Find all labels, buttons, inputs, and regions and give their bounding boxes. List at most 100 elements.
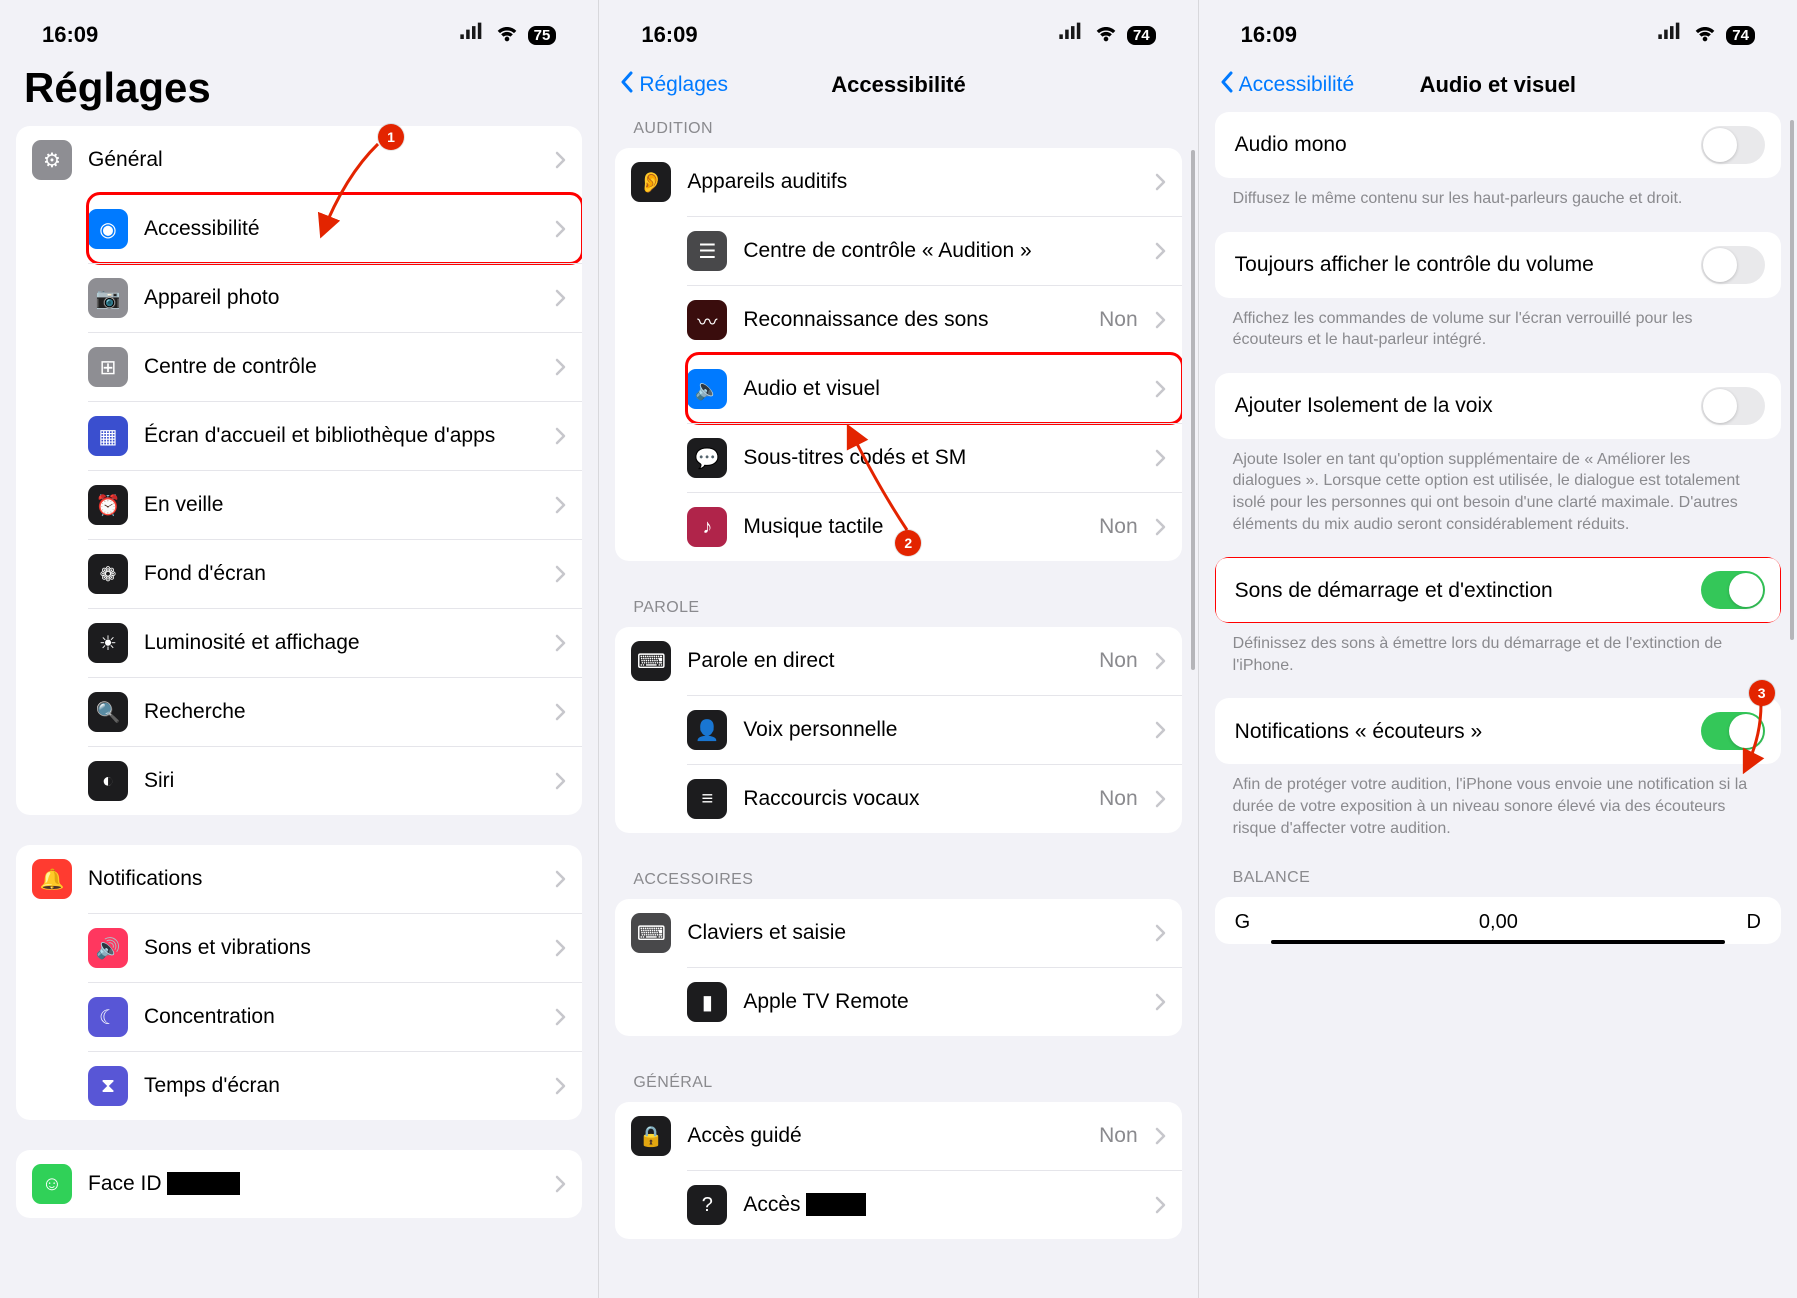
row-live-speech[interactable]: ⌨Parole en directNon bbox=[615, 627, 1181, 695]
row-audio-mono[interactable]: Audio mono bbox=[1215, 112, 1781, 178]
panel-audio-visual: 16:09 74 Accessibilité Audio et visuel A… bbox=[1198, 0, 1797, 1298]
row-appletv[interactable]: ▮Apple TV Remote bbox=[687, 967, 1181, 1036]
wifi-icon bbox=[493, 18, 521, 52]
page-title: Accessibilité bbox=[831, 72, 966, 98]
subtitles-icon: 💬 bbox=[687, 438, 727, 478]
row-vocal-shortcuts[interactable]: ≡Raccourcis vocauxNon bbox=[687, 764, 1181, 833]
toggle-switch[interactable] bbox=[1701, 571, 1765, 609]
row-sound-rec[interactable]: 〰Reconnaissance des sonsNon bbox=[687, 285, 1181, 354]
row-home-screen[interactable]: ▦Écran d'accueil et bibliothèque d'apps bbox=[88, 401, 582, 470]
row-siri[interactable]: ◐Siri bbox=[88, 746, 582, 815]
row-cc-hearing[interactable]: ☰Centre de contrôle « Audition » bbox=[687, 216, 1181, 285]
row-accessibility[interactable]: ◉Accessibilité bbox=[88, 194, 582, 263]
row-label: Ajouter Isolement de la voix bbox=[1235, 393, 1685, 418]
row-sons-de-d-marrage-et-d-extinction[interactable]: Sons de démarrage et d'extinction bbox=[1215, 557, 1781, 623]
notifications-icon: 🔔 bbox=[32, 859, 72, 899]
battery-icon: 75 bbox=[528, 26, 557, 45]
faceid-icon: ☺ bbox=[32, 1164, 72, 1204]
sound-rec-icon: 〰 bbox=[687, 300, 727, 340]
mono-group: Audio mono bbox=[1215, 112, 1781, 178]
status-icons: 74 bbox=[1656, 18, 1755, 52]
chevron-right-icon bbox=[1154, 173, 1166, 191]
balance-slider[interactable] bbox=[1271, 940, 1725, 944]
row-sounds[interactable]: 🔊Sons et vibrations bbox=[88, 913, 582, 982]
display-icon: ☀ bbox=[88, 623, 128, 663]
row-standby[interactable]: ⏰ En veille bbox=[88, 470, 582, 539]
chevron-left-icon bbox=[1219, 71, 1235, 99]
chevron-right-icon bbox=[554, 1175, 566, 1193]
panel-settings: 16:09 75 Réglages ⚙Général◉Accessibilité… bbox=[0, 0, 598, 1298]
toggle-switch[interactable] bbox=[1701, 712, 1765, 750]
row-audio-visual[interactable]: 🔈Audio et visuel bbox=[687, 354, 1181, 423]
row-label: Apple TV Remote bbox=[743, 989, 1137, 1014]
row-gear[interactable]: ⚙Général bbox=[16, 126, 582, 194]
row-value: Non bbox=[1099, 515, 1138, 539]
row-screen-time[interactable]: ⧗Temps d'écran bbox=[88, 1051, 582, 1120]
toggle-switch[interactable] bbox=[1701, 246, 1765, 284]
chevron-right-icon bbox=[554, 427, 566, 445]
scroll-indicator bbox=[1191, 150, 1195, 670]
row-label: Accessibilité bbox=[144, 216, 538, 241]
row-faceid[interactable]: ☺Face ID et code bbox=[16, 1150, 582, 1218]
row-help[interactable]: ?Accès d'aide bbox=[687, 1170, 1181, 1239]
row-label: Recherche bbox=[144, 699, 538, 724]
row-subtitles[interactable]: 💬Sous-titres codés et SM bbox=[687, 423, 1181, 492]
row-label: Écran d'accueil et bibliothèque d'apps bbox=[144, 423, 538, 448]
row-personal-voice[interactable]: 👤Voix personnelle bbox=[687, 695, 1181, 764]
row-wallpaper[interactable]: ❁Fond d'écran bbox=[88, 539, 582, 608]
row-music-haptics[interactable]: ♪Musique tactileNon bbox=[687, 492, 1181, 561]
chevron-right-icon bbox=[554, 565, 566, 583]
chevron-right-icon bbox=[1154, 924, 1166, 942]
row-focus[interactable]: ☾Concentration bbox=[88, 982, 582, 1051]
row-hearing[interactable]: 👂Appareils auditifs bbox=[615, 148, 1181, 216]
parole-group: ⌨Parole en directNon👤Voix personnelle≡Ra… bbox=[615, 627, 1181, 833]
balance-right-label: D bbox=[1747, 911, 1761, 934]
row-label: En veille bbox=[144, 492, 538, 517]
balance-left-label: G bbox=[1235, 911, 1251, 934]
row-display[interactable]: ☀ Luminosité et affichage bbox=[88, 608, 582, 677]
guided-icon: 🔒 bbox=[631, 1116, 671, 1156]
standby-icon: ⏰ bbox=[88, 485, 128, 525]
row-label: Centre de contrôle « Audition » bbox=[743, 238, 1137, 263]
chevron-right-icon bbox=[554, 1008, 566, 1026]
status-bar: 16:09 74 bbox=[613, 0, 1183, 58]
vocal-shortcuts-icon: ≡ bbox=[687, 779, 727, 819]
status-time: 16:09 bbox=[641, 22, 697, 48]
row-control-center[interactable]: ⊞Centre de contrôle bbox=[88, 332, 582, 401]
row-label: Luminosité et affichage bbox=[144, 630, 538, 655]
row-camera[interactable]: 📷Appareil photo bbox=[88, 263, 582, 332]
page-title: Réglages bbox=[14, 58, 584, 126]
back-button[interactable]: Réglages bbox=[619, 71, 728, 99]
row-ajouter-isolement-de-la-voix[interactable]: Ajouter Isolement de la voix bbox=[1215, 373, 1781, 439]
chevron-right-icon bbox=[554, 939, 566, 957]
row-toujours-afficher-le-contr-le-du-volume[interactable]: Toujours afficher le contrôle du volume bbox=[1215, 232, 1781, 298]
row-label: Concentration bbox=[144, 1004, 538, 1029]
row-label: Parole en direct bbox=[687, 648, 1083, 673]
row-notifications-couteurs-[interactable]: Notifications « écouteurs » bbox=[1215, 698, 1781, 764]
chevron-right-icon bbox=[554, 772, 566, 790]
row-label: Appareils auditifs bbox=[687, 169, 1137, 194]
battery-icon: 74 bbox=[1726, 26, 1755, 45]
toggle-switch[interactable] bbox=[1701, 126, 1765, 164]
row-label: Voix personnelle bbox=[743, 717, 1137, 742]
row-guided[interactable]: 🔒Accès guidéNon bbox=[615, 1102, 1181, 1170]
music-haptics-icon: ♪ bbox=[687, 507, 727, 547]
chevron-right-icon bbox=[554, 220, 566, 238]
row-label: Temps d'écran bbox=[144, 1073, 538, 1098]
chevron-right-icon bbox=[1154, 1127, 1166, 1145]
row-label: Siri bbox=[144, 768, 538, 793]
chevron-right-icon bbox=[1154, 449, 1166, 467]
scroll-indicator bbox=[1790, 120, 1794, 640]
audio-visual-icon: 🔈 bbox=[687, 369, 727, 409]
chevron-right-icon bbox=[554, 496, 566, 514]
settings-group-3: ☺Face ID et code bbox=[16, 1150, 582, 1218]
toggle-switch[interactable] bbox=[1701, 387, 1765, 425]
row-search[interactable]: 🔍 Recherche bbox=[88, 677, 582, 746]
wifi-icon bbox=[1691, 18, 1719, 52]
accessoires-group: ⌨Claviers et saisie▮Apple TV Remote bbox=[615, 899, 1181, 1036]
row-label: Appareil photo bbox=[144, 285, 538, 310]
row-notifications[interactable]: 🔔Notifications bbox=[16, 845, 582, 913]
back-button[interactable]: Accessibilité bbox=[1219, 71, 1355, 99]
search-icon: 🔍 bbox=[88, 692, 128, 732]
row-keyboards[interactable]: ⌨Claviers et saisie bbox=[615, 899, 1181, 967]
